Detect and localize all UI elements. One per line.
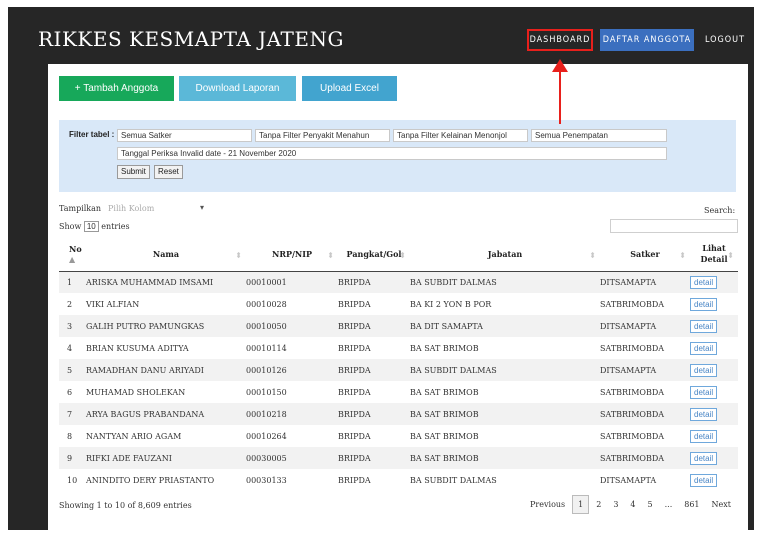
search-input[interactable] <box>610 219 738 233</box>
nav-logout[interactable]: LOGOUT <box>703 29 747 51</box>
col-pangkat[interactable]: Pangkat/Gol ⬍ <box>338 237 410 272</box>
detail-button[interactable]: detail <box>690 275 718 289</box>
app-title: RIKKES KESMAPTA JATENG <box>38 27 344 51</box>
detail-button[interactable]: detail <box>690 363 718 377</box>
page-length-select[interactable]: 10 <box>83 221 99 232</box>
chevron-down-icon[interactable]: ▾ <box>200 203 204 212</box>
tampilkan-label: Tampilkan <box>59 204 102 213</box>
submit-button[interactable]: Submit <box>117 165 150 179</box>
page-next[interactable]: Next <box>707 496 736 513</box>
table-row: 3 GALIH PUTRO PAMUNGKAS 00010050 BRIPDA BA D… <box>59 315 738 337</box>
penempatan-select[interactable]: Semua Penempatan <box>531 129 667 142</box>
table-row: 5 RAMADHAN DANU ARIYADI 00010126 BRIPDA BA S… <box>59 359 738 381</box>
page-5[interactable]: 5 <box>643 496 658 513</box>
kelainan-select[interactable]: Tanpa Filter Kelainan Menonjol <box>393 129 528 142</box>
members-table: No ▲ Nama ⬍ NRP/NIP ⬍ Pangkat/Gol ⬍ Jabatan… <box>59 237 738 491</box>
show-label: Show <box>59 222 82 231</box>
page-861[interactable]: 861 <box>679 496 704 513</box>
detail-button[interactable]: detail <box>690 385 718 399</box>
detail-button[interactable]: detail <box>690 297 718 311</box>
table-row: 7 ARYA BAGUS PRABANDANA 00010218 BRIPDA BA S… <box>59 403 738 425</box>
content-card: + Tambah Anggota Download Laporan Upload… <box>48 64 748 530</box>
table-row: 4 BRIAN KUSUMA ADITYA 00010114 BRIPDA BA SAT… <box>59 337 738 359</box>
entries-info: Showing 1 to 10 of 8,609 entries <box>59 501 192 510</box>
pagination: Previous 1 2 3 4 5 ... 861 Next <box>523 495 736 514</box>
table-row: 2 VIKI ALFIAN 00010028 BRIPDA BA KI 2 YON B … <box>59 293 738 315</box>
col-jabatan[interactable]: Jabatan ⬍ <box>410 237 600 272</box>
table-row: 9 RIFKI ADE FAUZANI 00030005 BRIPDA BA SAT B… <box>59 447 738 469</box>
detail-button[interactable]: detail <box>690 451 718 465</box>
table-row: 8 NANTYAN ARIO AGAM 00010264 BRIPDA BA SAT B… <box>59 425 738 447</box>
detail-button[interactable]: detail <box>690 341 718 355</box>
app-frame: RIKKES KESMAPTA JATENG DASHBOARD DAFTAR … <box>8 7 754 530</box>
col-no[interactable]: No ▲ <box>59 237 86 272</box>
entries-label: entries <box>101 222 130 231</box>
filter-label: Filter tabel : <box>69 130 115 139</box>
table-row: 1 ARISKA MUHAMMAD IMSAMI 00010001 BRIPDA BA … <box>59 271 738 293</box>
column-picker[interactable]: Pilih Kolom <box>108 204 154 213</box>
penyakit-select[interactable]: Tanpa Filter Penyakit Menahun <box>255 129 390 142</box>
download-report-button[interactable]: Download Laporan <box>179 76 296 101</box>
page-ellipsis: ... <box>664 500 673 509</box>
nav-daftar-anggota[interactable]: DAFTAR ANGGOTA <box>600 29 694 51</box>
date-range-input[interactable]: Tanggal Periksa Invalid date - 21 Novemb… <box>117 147 667 160</box>
filter-panel: Filter tabel : Semua Satker Tanpa Filter… <box>59 120 736 192</box>
col-satker[interactable]: Satker ⬍ <box>600 237 690 272</box>
page-2[interactable]: 2 <box>591 496 606 513</box>
nav-dashboard[interactable]: DASHBOARD <box>527 29 593 51</box>
page-length-control[interactable]: Show 10 entries <box>59 221 130 232</box>
page-1[interactable]: 1 <box>572 495 590 514</box>
annotation-arrow-line <box>559 69 561 124</box>
detail-button[interactable]: detail <box>690 473 718 487</box>
search-label: Search: <box>704 206 736 215</box>
page-3[interactable]: 3 <box>608 496 623 513</box>
table-row: 6 MUHAMAD SHOLEKAN 00010150 BRIPDA BA SAT BR… <box>59 381 738 403</box>
table-row: 10 ANINDITO DERY PRIASTANTO 00030133 BRIPDA… <box>59 469 738 491</box>
upload-excel-button[interactable]: Upload Excel <box>302 76 397 101</box>
col-nrp[interactable]: NRP/NIP ⬍ <box>246 237 338 272</box>
detail-button[interactable]: detail <box>690 319 718 333</box>
detail-button[interactable]: detail <box>690 407 718 421</box>
table-header-row: No ▲ Nama ⬍ NRP/NIP ⬍ Pangkat/Gol ⬍ Jabatan… <box>59 237 738 272</box>
col-nama[interactable]: Nama ⬍ <box>86 237 246 272</box>
page-4[interactable]: 4 <box>625 496 640 513</box>
page-previous[interactable]: Previous <box>525 496 570 513</box>
col-detail[interactable]: Lihat Detail ⬍ <box>690 237 738 272</box>
annotation-arrow-head <box>552 59 568 72</box>
reset-button[interactable]: Reset <box>154 165 183 179</box>
satker-select[interactable]: Semua Satker <box>117 129 252 142</box>
add-member-button[interactable]: + Tambah Anggota <box>59 76 174 101</box>
detail-button[interactable]: detail <box>690 429 718 443</box>
